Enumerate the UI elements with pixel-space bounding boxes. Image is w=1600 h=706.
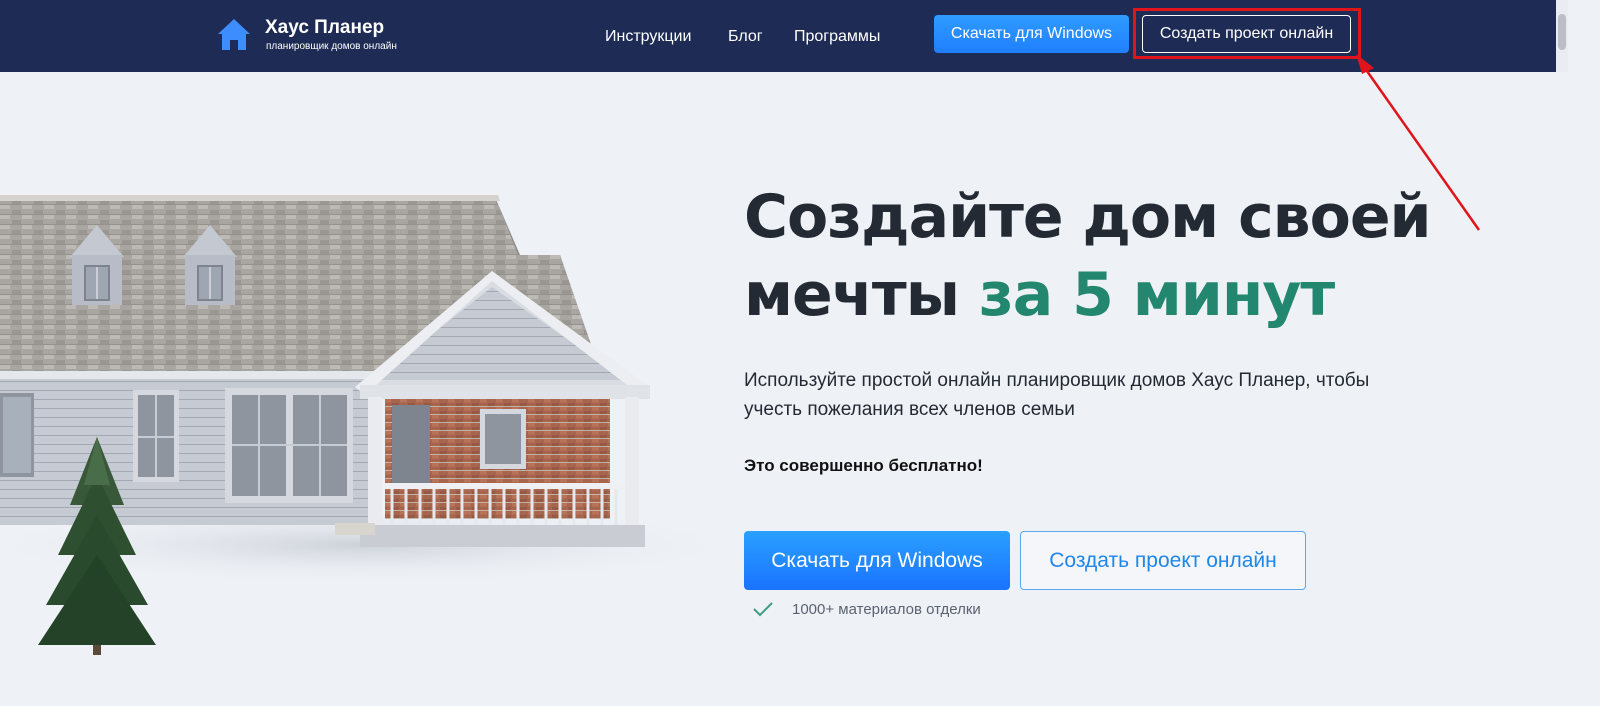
check-icon	[753, 602, 773, 617]
nav-link-instructions[interactable]: Инструкции	[605, 28, 691, 46]
hero-subtitle: Используйте простой онлайн планировщик д…	[744, 370, 1370, 420]
hero-headline: Создайте дом своей мечты за 5 минут	[744, 178, 1444, 334]
cta-create-online-button[interactable]: Создать проект онлайн	[1020, 531, 1306, 590]
feature-item: 1000+ материалов отделки	[752, 600, 981, 618]
brand-subtitle: планировщик домов онлайн	[266, 41, 397, 52]
header-download-windows-button[interactable]: Скачать для Windows	[934, 15, 1129, 53]
free-note: Это совершенно бесплатно!	[744, 456, 983, 475]
nav-link-programs[interactable]: Программы	[794, 28, 880, 46]
house-illustration	[0, 195, 740, 655]
cta-download-windows-button[interactable]: Скачать для Windows	[744, 531, 1010, 590]
house-logo-icon[interactable]	[216, 17, 252, 53]
scrollbar-thumb[interactable]	[1558, 14, 1566, 50]
brand-name[interactable]: Хаус Планер	[265, 17, 384, 39]
nav-link-blog[interactable]: Блог	[728, 28, 763, 46]
site-header: Хаус Планер планировщик домов онлайн Инс…	[0, 0, 1568, 72]
feature-text: 1000+ материалов отделки	[792, 600, 981, 618]
header-create-online-button[interactable]: Создать проект онлайн	[1142, 15, 1351, 53]
scrollbar[interactable]	[1556, 0, 1568, 72]
hero-headline-accent: за 5 минут	[978, 260, 1335, 330]
